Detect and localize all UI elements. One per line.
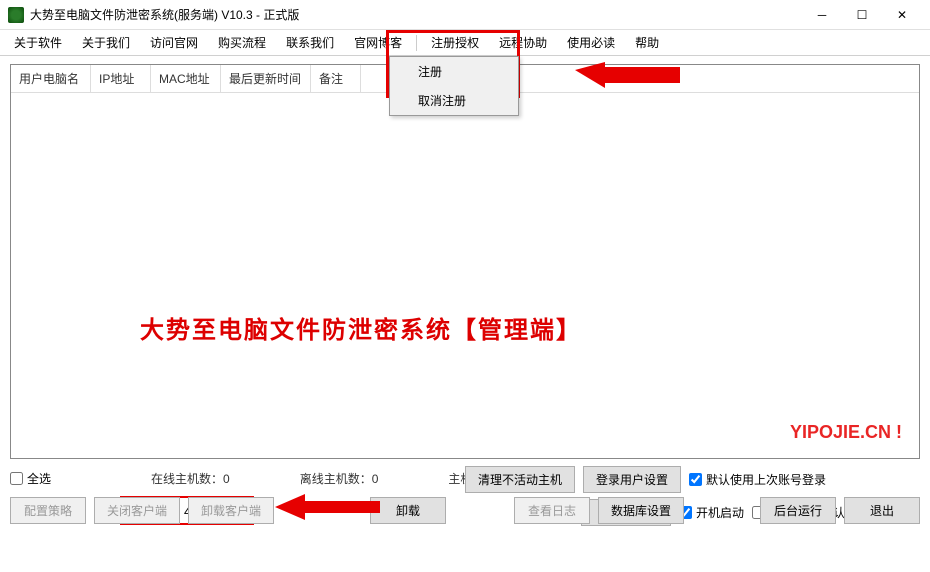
login-settings-button[interactable]: 登录用户设置 [583,466,681,493]
offline-count: 离线主机数：0 [300,470,379,487]
client-table: 用户电脑名 IP地址 MAC地址 最后更新时间 备注 [10,64,920,459]
th-mac[interactable]: MAC地址 [151,65,221,92]
app-icon [8,7,24,23]
th-last-update[interactable]: 最后更新时间 [221,65,311,92]
menu-blog[interactable]: 官网博客 [344,30,412,55]
menu-contact[interactable]: 联系我们 [276,30,344,55]
config-policy-button[interactable]: 配置策略 [10,497,86,524]
menu-divider [416,35,417,51]
menu-about-software[interactable]: 关于软件 [4,30,72,55]
th-ip[interactable]: IP地址 [91,65,151,92]
close-button[interactable]: ✕ [882,0,922,30]
view-log-button[interactable]: 查看日志 [514,497,590,524]
db-settings-button[interactable]: 数据库设置 [598,497,684,524]
exit-button[interactable]: 退出 [844,497,920,524]
uninstall-client-button[interactable]: 卸载客户端 [188,497,274,524]
th-remark[interactable]: 备注 [311,65,361,92]
dropdown-unregister[interactable]: 取消注册 [390,86,518,115]
annotation-big-label: 大势至电脑文件防泄密系统【管理端】 [140,310,582,345]
menu-remote-help[interactable]: 远程协助 [489,30,557,55]
minimize-button[interactable]: ─ [802,0,842,30]
select-all-checkbox[interactable]: 全选 [10,470,51,487]
default-login-input[interactable] [689,473,702,486]
menu-purchase[interactable]: 购买流程 [208,30,276,55]
menu-register-auth[interactable]: 注册授权 [421,30,489,55]
th-computer-name[interactable]: 用户电脑名 [11,65,91,92]
register-dropdown: 注册 取消注册 [389,56,519,116]
dropdown-register[interactable]: 注册 [390,57,518,86]
menu-help[interactable]: 帮助 [625,30,669,55]
maximize-button[interactable]: ☐ [842,0,882,30]
uninstall-button[interactable]: 卸载 [370,497,446,524]
default-login-checkbox[interactable]: 默认使用上次账号登录 [689,471,826,488]
select-all-input[interactable] [10,472,23,485]
close-client-button[interactable]: 关闭客户端 [94,497,180,524]
background-run-button[interactable]: 后台运行 [760,497,836,524]
window-title: 大势至电脑文件防泄密系统(服务端) V10.3 - 正式版 [30,6,802,23]
menu-about-us[interactable]: 关于我们 [72,30,140,55]
clean-inactive-button[interactable]: 清理不活动主机 [465,466,575,493]
menu-visit-website[interactable]: 访问官网 [140,30,208,55]
online-count: 在线主机数：0 [151,470,230,487]
menu-must-read[interactable]: 使用必读 [557,30,625,55]
